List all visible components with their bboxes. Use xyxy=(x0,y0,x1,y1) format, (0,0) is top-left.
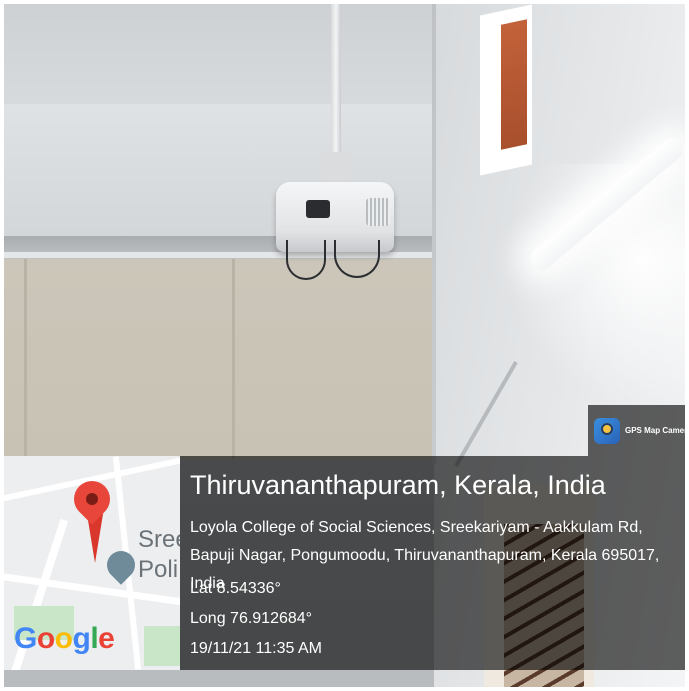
map-park xyxy=(144,626,180,666)
google-logo-letter: o xyxy=(54,622,73,655)
map-thumbnail: Sree Poli Google xyxy=(4,456,180,670)
map-place-label: Sree xyxy=(138,526,180,553)
timestamp: 19/11/21 11:35 AM xyxy=(190,640,322,657)
projector-vent xyxy=(366,198,390,226)
wall-corner xyxy=(432,4,436,464)
location-title: Thiruvananthapuram, Kerala, India xyxy=(190,470,606,500)
google-logo-letter: l xyxy=(90,622,99,655)
badge-label: GPS Map Camera xyxy=(625,426,689,435)
google-logo-letter: e xyxy=(98,622,115,655)
map-pin-dot xyxy=(86,493,98,505)
projector-pole xyxy=(331,4,341,174)
curtain-seam xyxy=(24,259,27,459)
projector-cable xyxy=(286,240,326,280)
projector-lens xyxy=(306,200,330,218)
projector-mount xyxy=(322,152,350,186)
google-logo: Google xyxy=(14,622,115,656)
google-logo-letter: g xyxy=(72,622,91,655)
google-logo-letter: o xyxy=(36,622,55,655)
curtain xyxy=(4,259,434,459)
longitude: Long 76.912684° xyxy=(190,610,313,627)
gps-map-camera-app-icon xyxy=(594,417,620,444)
window-glass xyxy=(501,19,527,150)
map-place-label: Poli xyxy=(138,556,179,583)
ceiling xyxy=(4,4,474,114)
police-station-icon xyxy=(101,545,141,585)
gps-map-camera-badge: GPS Map Camera xyxy=(588,405,689,456)
google-logo-letter: G xyxy=(14,622,37,655)
latitude: Lat 8.54336° xyxy=(190,580,281,597)
location-info-panel: Thiruvananthapuram, Kerala, India Loyola… xyxy=(180,456,685,670)
curtain-seam xyxy=(232,259,235,459)
